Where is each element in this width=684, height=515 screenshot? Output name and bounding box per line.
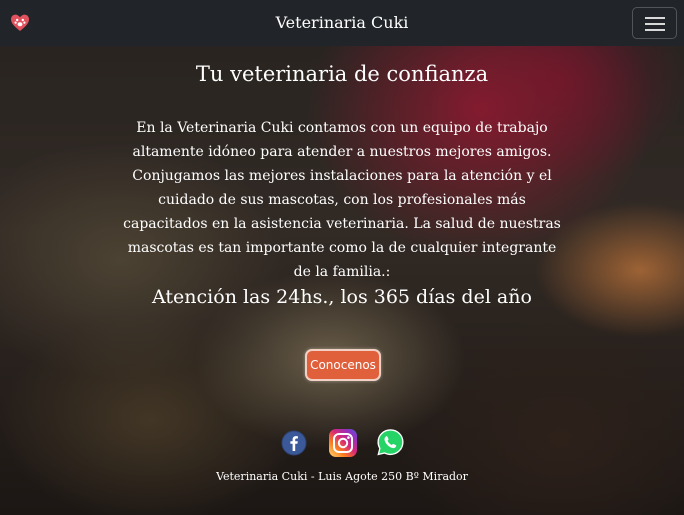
hamburger-line	[645, 23, 665, 25]
conocenos-button[interactable]: Conocenos	[305, 349, 381, 381]
facebook-icon[interactable]	[281, 430, 307, 456]
page-title: Tu veterinaria de confianza	[195, 62, 489, 86]
hero-description: En la Veterinaria Cuki contamos con un e…	[123, 120, 561, 280]
hours-text: Atención las 24hs., los 365 días del año	[152, 286, 532, 308]
whatsapp-icon[interactable]	[376, 428, 405, 457]
social-links	[0, 428, 684, 458]
hero-content: Tu veterinaria de confianza En la Veteri…	[0, 46, 684, 515]
footer-address: Veterinaria Cuki - Luis Agote 250 Bº Mir…	[216, 470, 468, 483]
brand-title[interactable]: Veterinaria Cuki	[0, 13, 684, 32]
navbar: Veterinaria Cuki	[0, 0, 684, 46]
hamburger-menu-button[interactable]	[632, 7, 677, 39]
hamburger-menu-icon	[645, 17, 665, 19]
instagram-icon[interactable]	[328, 428, 358, 458]
hamburger-line	[645, 29, 665, 31]
